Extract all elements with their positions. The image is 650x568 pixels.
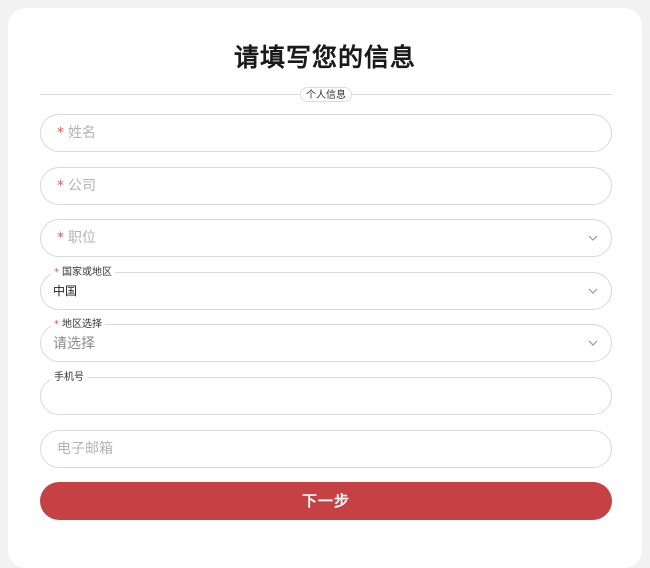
required-mark: * (57, 178, 64, 194)
required-mark: * (54, 319, 59, 330)
country-label: * 国家或地区 (51, 267, 115, 278)
page-title: 请填写您的信息 (233, 43, 416, 72)
email-field[interactable]: 电子邮箱 (40, 430, 612, 468)
chevron-down-icon (588, 340, 598, 346)
region-label-text: 地区选择 (62, 319, 102, 330)
country-label-text: 国家或地区 (62, 267, 112, 278)
name-placeholder-text: 姓名 (68, 125, 96, 141)
country-select[interactable]: * 国家或地区 中国 (40, 267, 612, 310)
phone-field[interactable]: 手机号 (40, 372, 612, 415)
company-placeholder-text: 公司 (68, 178, 96, 194)
section-label: 个人信息 (300, 87, 352, 102)
phone-label: 手机号 (51, 372, 87, 383)
chevron-down-icon (588, 235, 598, 241)
chevron-down-icon (588, 288, 598, 294)
position-placeholder: * 职位 (57, 220, 96, 256)
position-placeholder-text: 职位 (68, 230, 96, 246)
email-placeholder: 电子邮箱 (57, 441, 113, 457)
name-field[interactable]: * 姓名 (40, 114, 612, 152)
name-placeholder: * 姓名 (57, 115, 96, 151)
country-value: 中国 (53, 284, 78, 298)
position-select[interactable]: * 职位 (40, 219, 612, 257)
required-mark: * (54, 267, 59, 278)
company-field[interactable]: * 公司 (40, 167, 612, 205)
company-placeholder: * 公司 (57, 168, 96, 204)
required-mark: * (57, 125, 64, 141)
region-placeholder: 请选择 (53, 336, 95, 352)
region-select[interactable]: * 地区选择 请选择 (40, 319, 612, 362)
region-label: * 地区选择 (51, 319, 105, 330)
required-mark: * (57, 230, 64, 246)
next-step-button[interactable]: 下一步 (40, 482, 612, 520)
